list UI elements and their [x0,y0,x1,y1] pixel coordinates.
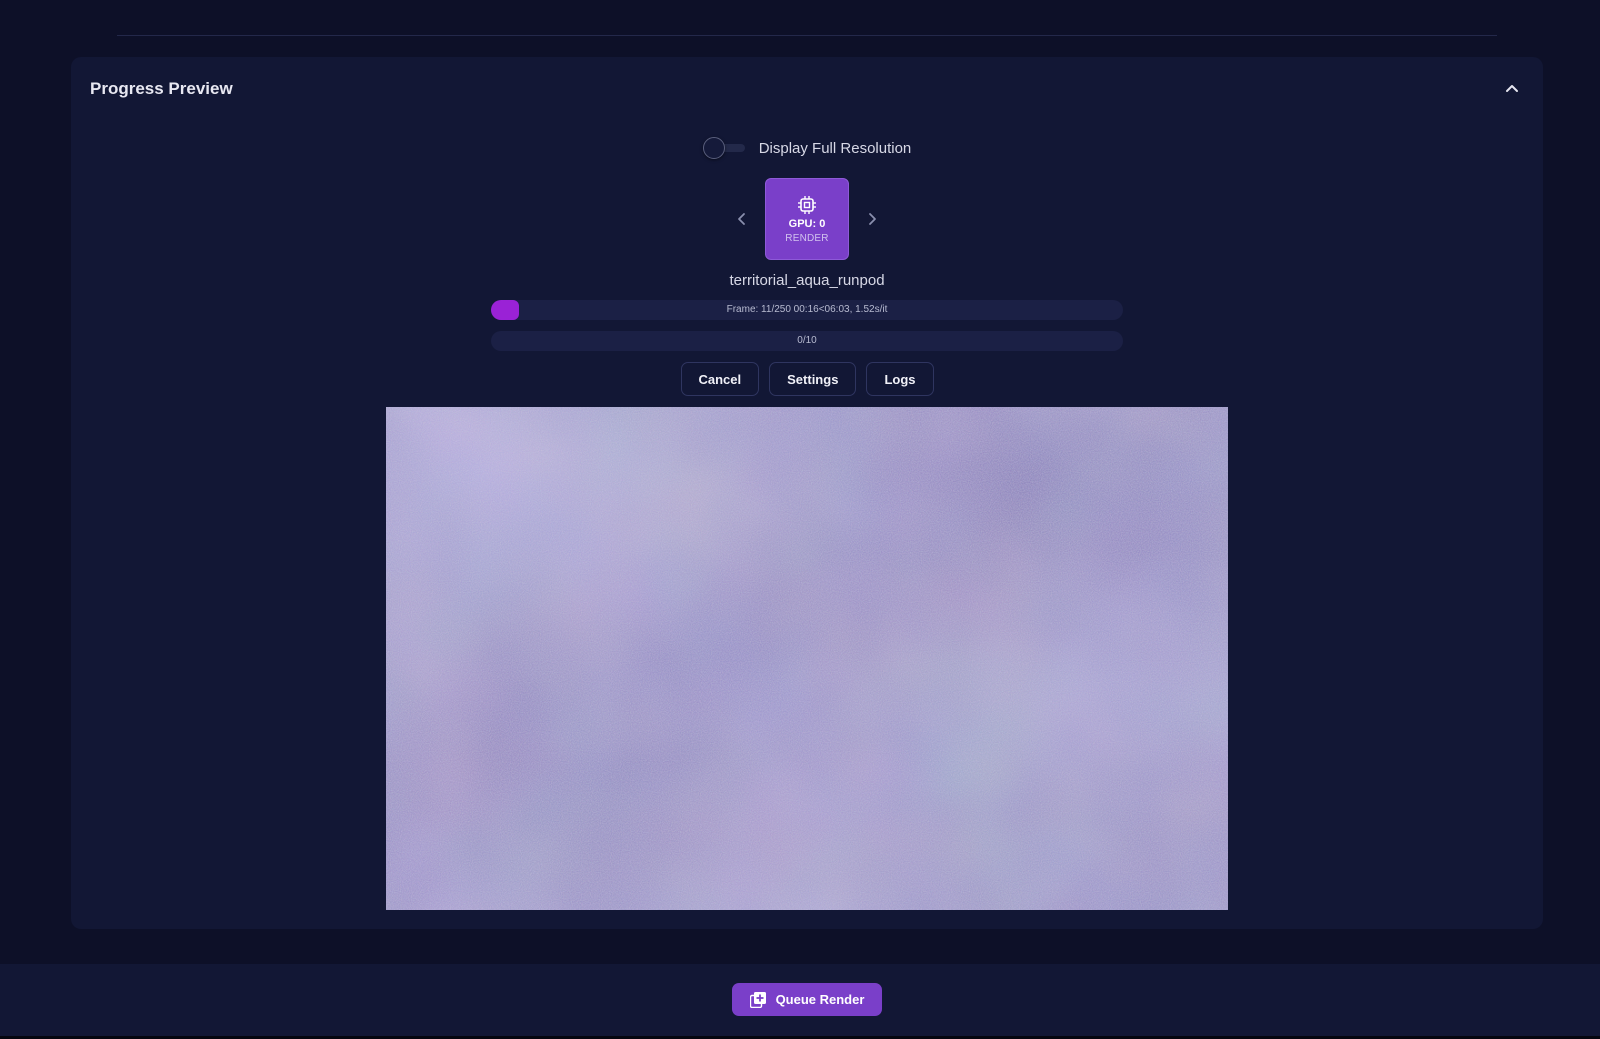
full-resolution-toggle-row: Display Full Resolution [71,137,1543,159]
gpu-card[interactable]: GPU: 0 RENDER [765,178,849,260]
queue-render-button[interactable]: Queue Render [732,983,882,1016]
full-resolution-toggle[interactable] [702,137,747,159]
chevron-right-icon [869,213,876,225]
progress-preview-panel: Progress Preview Display Full Resolution [71,57,1543,929]
gpu-selector: GPU: 0 RENDER [71,178,1543,260]
frame-progress-text: Frame: 11/250 00:16<06:03, 1.52s/it [726,304,888,315]
top-divider [117,35,1497,36]
chevron-up-icon [1506,85,1518,92]
batch-progress-bar: 0/10 [491,331,1123,351]
next-gpu-button[interactable] [861,208,883,230]
queue-render-label: Queue Render [775,992,865,1007]
chip-icon [798,195,816,214]
action-buttons: Cancel Settings Logs [71,362,1543,396]
previous-gpu-button[interactable] [731,208,753,230]
gpu-role: RENDER [785,232,829,244]
render-preview-image [386,407,1228,910]
queue-add-icon [749,991,766,1008]
collapse-button[interactable] [1501,77,1523,99]
chevron-left-icon [738,213,745,225]
settings-button[interactable]: Settings [769,362,857,396]
toggle-knob [702,137,725,159]
job-name: territorial_aqua_runpod [729,272,885,289]
noise-texture [386,407,1228,910]
logs-button[interactable]: Logs [866,362,934,396]
cancel-button[interactable]: Cancel [680,362,760,396]
panel-title: Progress Preview [90,79,233,98]
batch-progress-text: 0/10 [797,335,817,346]
gpu-name: GPU: 0 [788,217,826,230]
frame-progress-bar: Frame: 11/250 00:16<06:03, 1.52s/it [491,300,1123,320]
footer-bar: Queue Render [0,964,1600,1036]
toggle-label: Display Full Resolution [758,139,912,157]
